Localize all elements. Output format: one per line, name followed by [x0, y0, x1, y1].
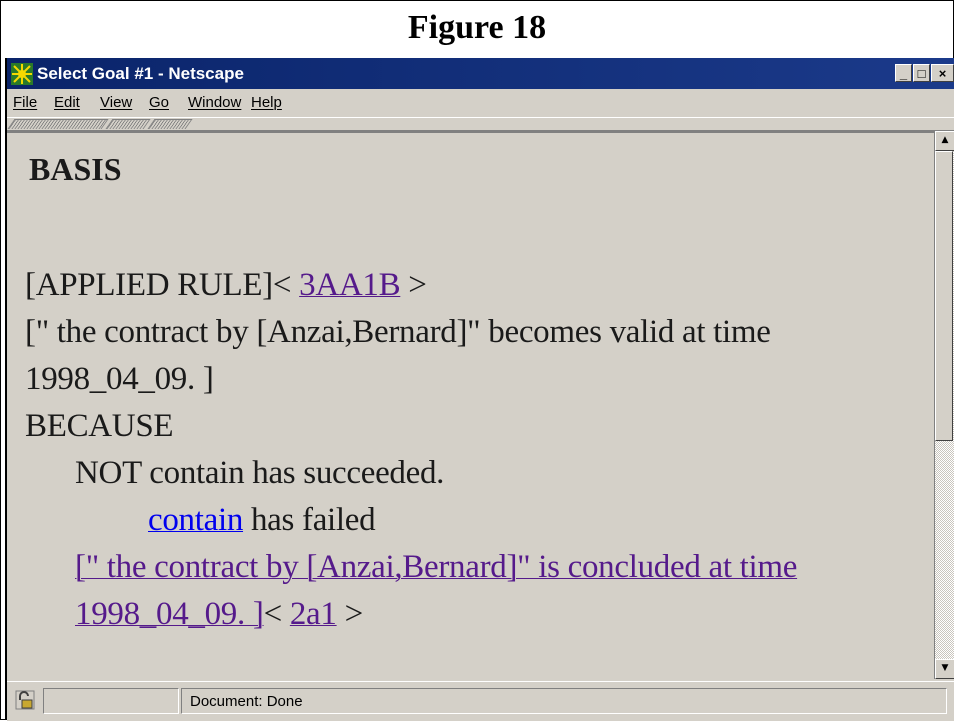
menu-view[interactable]: View — [100, 89, 132, 117]
contain-line: contain has failed — [148, 502, 376, 539]
menu-help[interactable]: Help — [251, 89, 282, 117]
minimize-icon: _ — [899, 66, 908, 81]
not-contain-line: NOT contain has succeeded. — [75, 455, 445, 491]
collapsed-toolbars — [7, 117, 954, 131]
applied-rule-line: [APPLIED RULE]< 3AA1B > — [25, 267, 427, 304]
menu-edit[interactable]: Edit — [54, 89, 80, 117]
because-label: BECAUSE — [25, 408, 174, 444]
menu-go[interactable]: Go — [149, 89, 169, 117]
security-lock-icon[interactable] — [13, 688, 37, 712]
concluded-link-line-2[interactable]: 1998_04_09. ] — [75, 596, 264, 632]
statement-line-1: [" the contract by [Anzai,Bernard]" beco… — [25, 314, 771, 350]
scroll-down-arrow-icon: ▼ — [941, 663, 949, 673]
rule-link-3aa1b[interactable]: 3AA1B — [299, 267, 400, 303]
rule2-close: > — [344, 596, 364, 632]
status-text: Document: Done — [190, 693, 303, 710]
status-progress-panel — [43, 688, 179, 714]
menu-window[interactable]: Window — [188, 89, 241, 117]
scroll-up-button[interactable]: ▲ — [935, 131, 954, 151]
maximize-icon: □ — [917, 66, 926, 81]
rule-link-2a1[interactable]: 2a1 — [290, 596, 337, 632]
location-toolbar-grip[interactable] — [105, 119, 151, 129]
rule2-open: < — [263, 596, 283, 632]
scroll-down-button[interactable]: ▼ — [935, 659, 954, 679]
concluded-line-2: 1998_04_09. ]< 2a1 > — [75, 596, 363, 633]
scroll-thumb[interactable] — [935, 151, 953, 441]
vertical-scrollbar[interactable]: ▲ ▼ — [934, 131, 954, 679]
close-button[interactable]: × — [931, 64, 954, 82]
menu-file[interactable]: File — [13, 89, 37, 117]
close-icon: × — [938, 66, 947, 81]
applied-rule-label: [APPLIED RULE]< — [25, 267, 292, 303]
scroll-up-arrow-icon: ▲ — [941, 135, 949, 145]
netscape-logo-icon — [11, 63, 33, 85]
page-heading: BASIS — [29, 151, 122, 187]
figure-title: Figure 18 — [407, 9, 547, 46]
browser-window: Select Goal #1 - Netscape _ □ × File Edi… — [5, 58, 954, 721]
status-text-panel: Document: Done — [181, 688, 947, 714]
navigation-toolbar-grip[interactable] — [7, 119, 109, 129]
maximize-button[interactable]: □ — [913, 64, 930, 82]
minimize-button[interactable]: _ — [895, 64, 912, 82]
personal-toolbar-grip[interactable] — [147, 119, 193, 129]
menu-bar: File Edit View Go Window Help — [7, 89, 954, 117]
applied-rule-close: > — [408, 267, 427, 303]
contain-suffix: has failed — [243, 502, 376, 538]
title-bar[interactable]: Select Goal #1 - Netscape _ □ × — [7, 58, 954, 89]
statement-line-2: 1998_04_09. ] — [25, 361, 214, 397]
status-bar: Document: Done — [7, 681, 954, 721]
page-content: BASIS [APPLIED RULE]< 3AA1B > [" the con… — [7, 131, 934, 681]
window-title: Select Goal #1 - Netscape — [37, 64, 244, 83]
contain-link[interactable]: contain — [148, 502, 243, 538]
concluded-link-line-1[interactable]: [" the contract by [Anzai,Bernard]" is c… — [75, 549, 797, 586]
